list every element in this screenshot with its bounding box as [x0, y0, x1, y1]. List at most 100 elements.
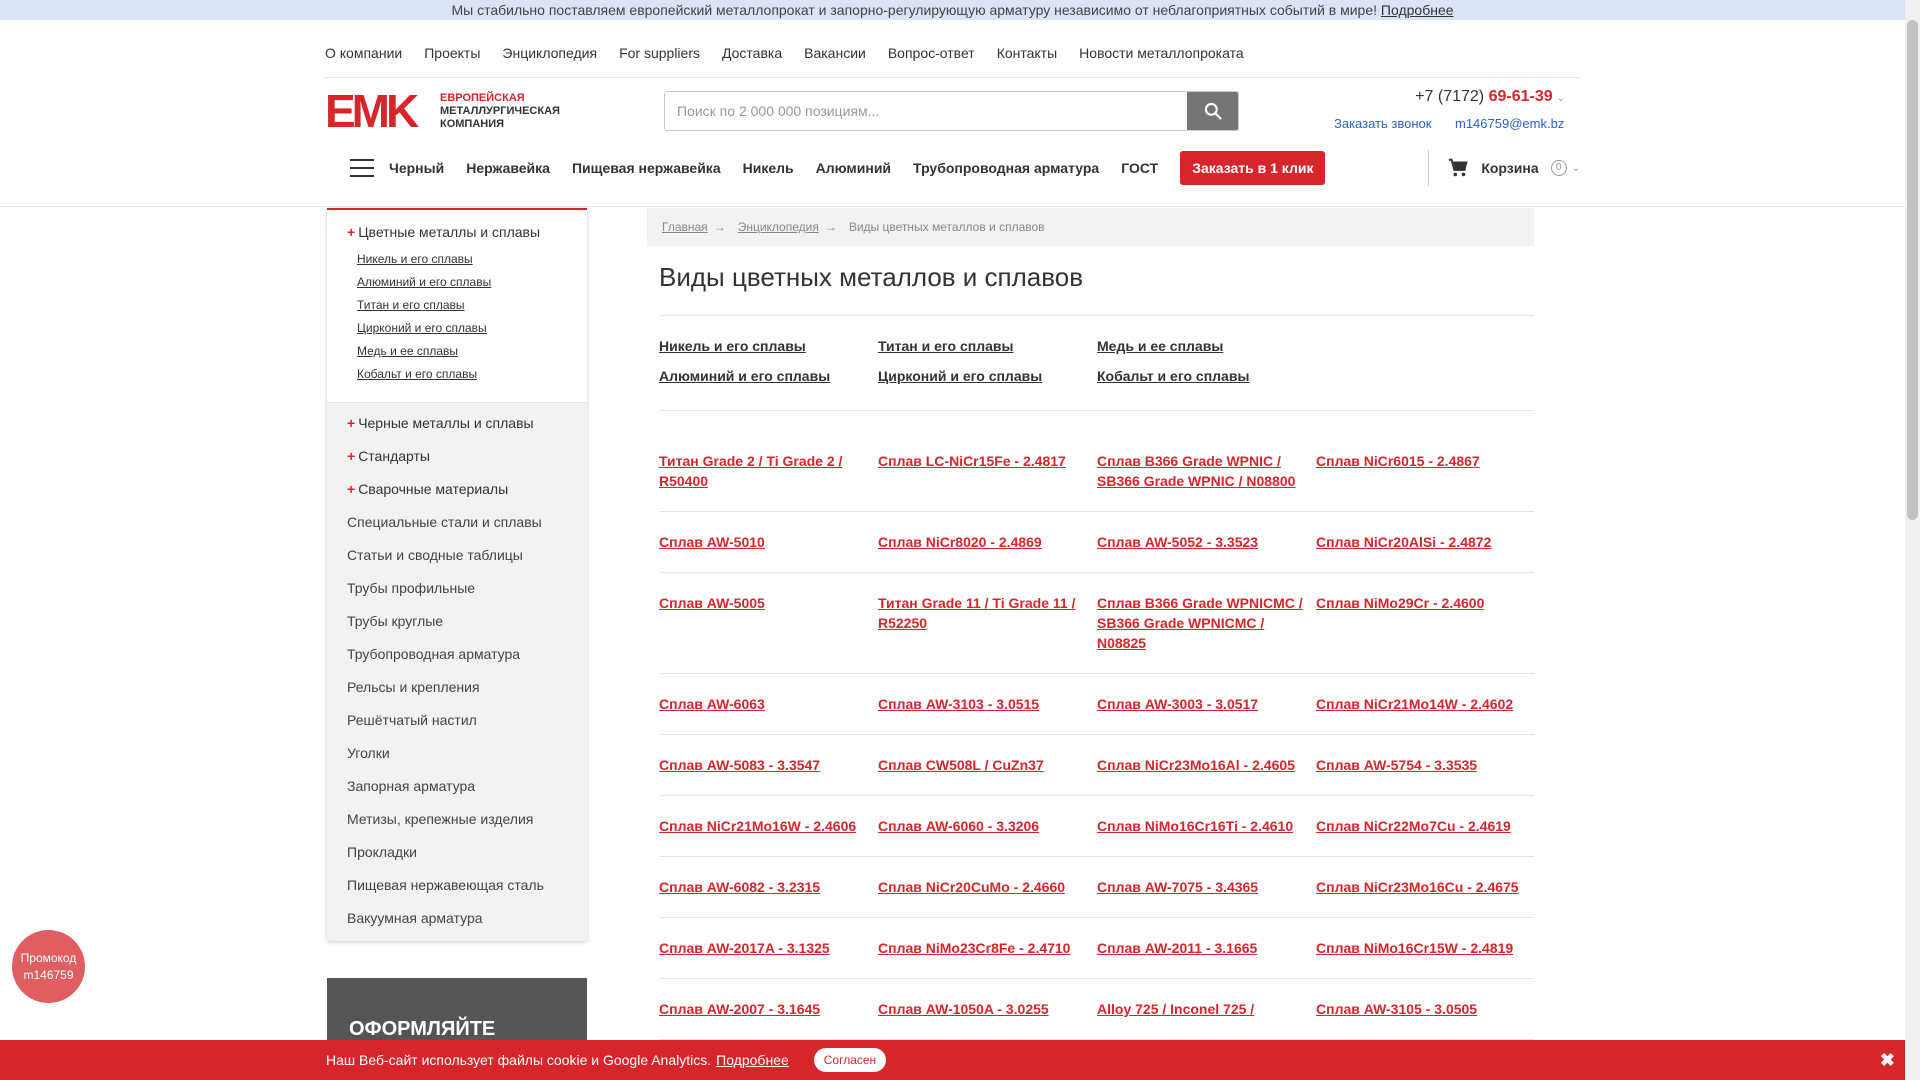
alloy-link[interactable]: Сплав AW-5005 [659, 593, 878, 653]
topnav-item[interactable]: Контакты [997, 45, 1057, 61]
sidebar-item[interactable]: Статьи и сводные таблицы [327, 539, 587, 572]
alloy-link[interactable]: Сплав NiCr21Mo16W - 2.4606 [659, 816, 878, 836]
category-item[interactable]: Черный [389, 160, 444, 176]
menu-icon[interactable] [350, 159, 374, 177]
sidebar-subitem[interactable]: Медь и ее сплавы [357, 344, 567, 358]
notice-more-link[interactable]: Подробнее [1381, 2, 1454, 18]
alloy-link[interactable]: Сплав AW-6082 - 3.2315 [659, 877, 878, 897]
category-item[interactable]: Нержавейка [466, 160, 550, 176]
alloy-link[interactable]: Alloy 725 / Inconel 725 / [1097, 999, 1316, 1019]
alloy-link[interactable]: Титан Grade 11 / Ti Grade 11 / R52250 [878, 593, 1097, 653]
alloy-link[interactable]: Сплав AW-3003 - 3.0517 [1097, 694, 1316, 714]
alloy-link[interactable]: Сплав NiCr22Mo7Cu - 2.4619 [1316, 816, 1535, 836]
topnav-item[interactable]: Доставка [722, 45, 782, 61]
alloy-link[interactable]: Сплав NiCr21Mo14W - 2.4602 [1316, 694, 1535, 714]
category-item[interactable]: Никель [743, 160, 794, 176]
subcategory-link[interactable]: Цирконий и его сплавы [878, 368, 1097, 398]
sidebar-item[interactable]: Метизы, крепежные изделия [327, 803, 587, 836]
subcategory-link[interactable]: Кобальт и его сплавы [1097, 368, 1316, 398]
alloy-link[interactable]: Сплав AW-3105 - 3.0505 [1316, 999, 1535, 1019]
alloy-link[interactable]: Сплав NiMo16Cr16Ti - 2.4610 [1097, 816, 1316, 836]
alloy-link[interactable]: Сплав B366 Grade WPNIC / SB366 Grade WPN… [1097, 451, 1316, 491]
sidebar-open-title[interactable]: + Цветные металлы и сплавы [347, 224, 567, 240]
phone[interactable]: +7 (7172) 69-61-39 ⌄ [1415, 88, 1565, 106]
alloy-link[interactable]: Сплав AW-6060 - 3.3206 [878, 816, 1097, 836]
cookie-more-link[interactable]: Подробнее [716, 1052, 789, 1068]
promo-code-badge[interactable]: Промокод m146759 [12, 930, 85, 1003]
category-item[interactable]: Алюминий [816, 160, 891, 176]
alloy-link[interactable]: Сплав NiMo23Cr8Fe - 2.4710 [878, 938, 1097, 958]
alloy-link[interactable]: Сплав AW-5010 [659, 532, 878, 552]
alloy-link[interactable]: Сплав B366 Grade WPNICMC / SB366 Grade W… [1097, 593, 1316, 653]
sidebar-item[interactable]: Вакуумная арматура [327, 902, 587, 935]
alloy-link[interactable]: Сплав NiMo29Cr - 2.4600 [1316, 593, 1535, 653]
sidebar-subitem[interactable]: Цирконий и его сплавы [357, 321, 567, 335]
sidebar-subitem[interactable]: Никель и его сплавы [357, 252, 567, 266]
alloy-link[interactable]: Сплав NiCr23Mo16Al - 2.4605 [1097, 755, 1316, 775]
topnav-item[interactable]: Проекты [424, 45, 480, 61]
topnav-item[interactable]: Вакансии [804, 45, 866, 61]
alloy-link[interactable]: Сплав NiCr23Mo16Cu - 2.4675 [1316, 877, 1535, 897]
breadcrumb-encyclopedia[interactable]: Энциклопедия [738, 220, 819, 234]
topnav-item[interactable]: Энциклопедия [502, 45, 597, 61]
breadcrumb-home[interactable]: Главная [662, 220, 708, 234]
subcategory-link[interactable]: Никель и его сплавы [659, 338, 878, 368]
category-item[interactable]: Пищевая нержавейка [572, 160, 721, 176]
sidebar-subitem[interactable]: Алюминий и его сплавы [357, 275, 567, 289]
scrollbar-thumb[interactable] [1907, 20, 1918, 520]
search-button[interactable] [1187, 92, 1238, 130]
alloy-link[interactable]: Сплав AW-5754 - 3.3535 [1316, 755, 1535, 775]
close-icon[interactable]: ✖ [1880, 1050, 1895, 1071]
topnav-item[interactable]: Вопрос-ответ [888, 45, 975, 61]
alloy-link[interactable]: Сплав LC-NiCr15Fe - 2.4817 [878, 451, 1097, 491]
alloy-link[interactable]: Сплав AW-2017A - 3.1325 [659, 938, 878, 958]
alloy-link[interactable]: Сплав NiCr8020 - 2.4869 [878, 532, 1097, 552]
sidebar-item[interactable]: Трубы профильные [327, 572, 587, 605]
alloy-link[interactable]: Сплав AW-5083 - 3.3547 [659, 755, 878, 775]
alloy-link[interactable]: Сплав NiCr6015 - 2.4867 [1316, 451, 1535, 491]
logo[interactable]: EMK ЕВРОПЕЙСКАЯ МЕТАЛЛУРГИЧЕСКАЯ КОМПАНИ… [325, 88, 570, 134]
alloy-link[interactable]: Сплав NiCr20AlSi - 2.4872 [1316, 532, 1535, 552]
sidebar-item[interactable]: Специальные стали и сплавы [327, 506, 587, 539]
sidebar-item[interactable]: Трубы круглые [327, 605, 587, 638]
sidebar-subitem[interactable]: Титан и его сплавы [357, 298, 567, 312]
topnav-item[interactable]: For suppliers [619, 45, 700, 61]
category-item[interactable]: ГОСТ [1121, 160, 1158, 176]
sidebar-item[interactable]: + Черные металлы и сплавы [327, 407, 587, 440]
sidebar-subitem[interactable]: Кобальт и его сплавы [357, 367, 567, 381]
alloy-link[interactable]: Сплав AW-3103 - 3.0515 [878, 694, 1097, 714]
category-item[interactable]: Трубопроводная арматура [913, 160, 1099, 176]
sidebar-item[interactable]: Пищевая нержавеющая сталь [327, 869, 587, 902]
alloy-link[interactable]: Титан Grade 2 / Ti Grade 2 / R50400 [659, 451, 878, 491]
alloy-link[interactable]: Сплав AW-5052 - 3.3523 [1097, 532, 1316, 552]
sidebar-item[interactable]: + Стандарты [327, 440, 587, 473]
sidebar-item[interactable]: Запорная арматура [327, 770, 587, 803]
scrollbar[interactable] [1905, 0, 1920, 1080]
sidebar-item[interactable]: Решётчатый настил [327, 704, 587, 737]
topnav-item[interactable]: Новости металлопроката [1079, 45, 1243, 61]
one-click-order-button[interactable]: Заказать в 1 клик [1180, 151, 1326, 185]
alloy-link[interactable]: Сплав AW-2011 - 3.1665 [1097, 938, 1316, 958]
alloy-link[interactable]: Сплав AW-1050A - 3.0255 [878, 999, 1097, 1019]
alloy-link[interactable]: Сплав NiCr20CuMo - 2.4660 [878, 877, 1097, 897]
alloy-link[interactable]: Сплав CW508L / CuZn37 [878, 755, 1097, 775]
alloy-link[interactable]: Сплав AW-7075 - 3.4365 [1097, 877, 1316, 897]
sidebar-item[interactable]: Прокладки [327, 836, 587, 869]
alloy-link[interactable]: Сплав AW-6063 [659, 694, 878, 714]
alloy-row: Сплав AW-2007 - 3.1645 Сплав AW-1050A - 3… [659, 979, 1534, 1040]
search-input[interactable] [665, 92, 1187, 130]
sidebar-item[interactable]: Уголки [327, 737, 587, 770]
subcategory-link[interactable]: Титан и его сплавы [878, 338, 1097, 368]
subcategory-link[interactable]: Медь и ее сплавы [1097, 338, 1316, 368]
cart[interactable]: Корзина 0 ⌄ [1428, 150, 1580, 186]
email-link[interactable]: m146759@emk.bz [1455, 116, 1564, 131]
alloy-link[interactable]: Сплав NiMo16Cr15W - 2.4819 [1316, 938, 1535, 958]
sidebar-item[interactable]: Рельсы и крепления [327, 671, 587, 704]
subcategory-link[interactable]: Алюминий и его сплавы [659, 368, 878, 398]
topnav-item[interactable]: О компании [325, 45, 402, 61]
sidebar-item[interactable]: + Сварочные материалы [327, 473, 587, 506]
sidebar-item[interactable]: Трубопроводная арматура [327, 638, 587, 671]
callback-link[interactable]: Заказать звонок [1334, 116, 1431, 131]
cookie-accept-button[interactable]: Согласен [813, 1048, 887, 1072]
alloy-link[interactable]: Сплав AW-2007 - 3.1645 [659, 999, 878, 1019]
